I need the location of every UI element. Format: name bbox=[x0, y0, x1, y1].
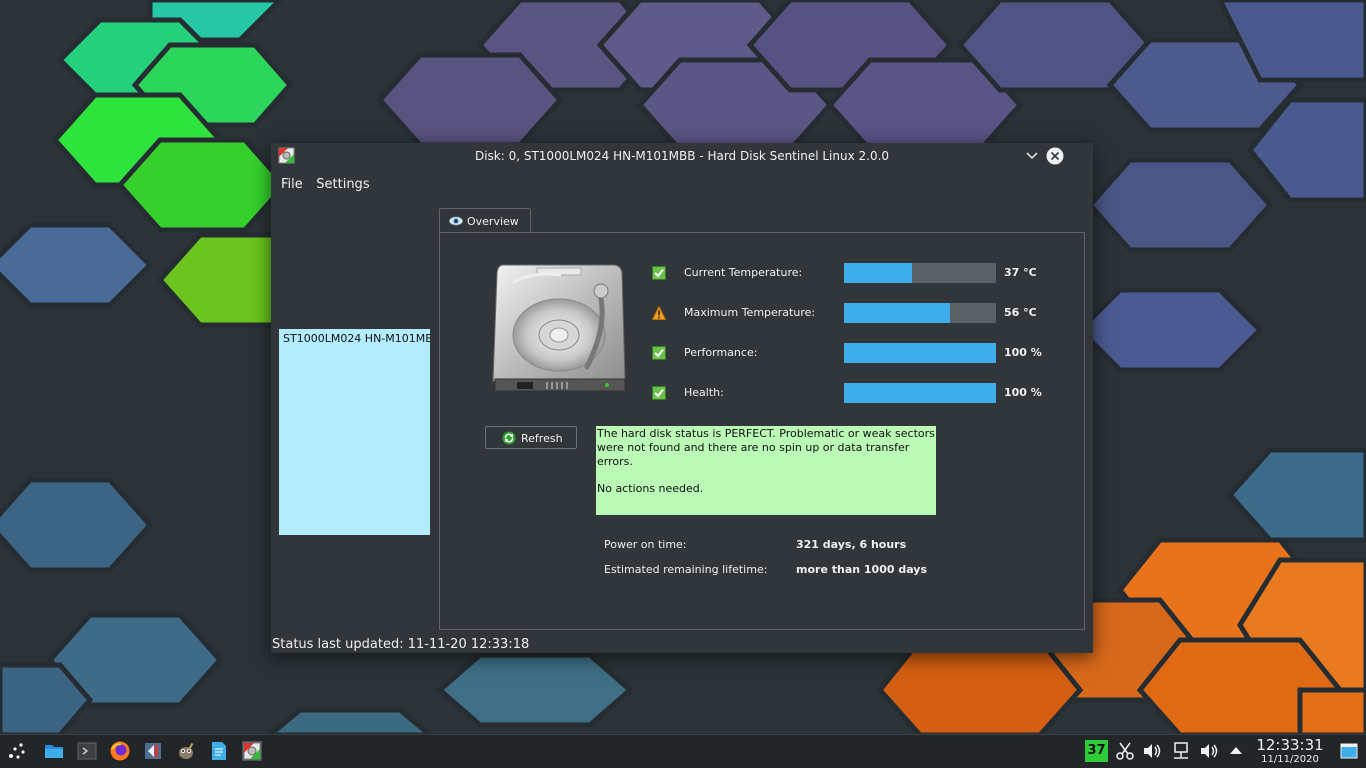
text-editor-icon[interactable] bbox=[208, 740, 230, 762]
disk-list-item[interactable]: ST1000LM024 HN-M101MBB bbox=[279, 329, 430, 348]
power-on-time-label: Power on time: bbox=[604, 538, 687, 551]
terminal-icon[interactable] bbox=[76, 740, 98, 762]
menu-settings[interactable]: Settings bbox=[316, 177, 369, 192]
audio-icon[interactable] bbox=[1198, 740, 1220, 762]
metric-value: 37 °C bbox=[1004, 266, 1037, 279]
metric-value: 56 °C bbox=[1004, 306, 1037, 319]
hdsentinel-window: Disk: 0, ST1000LM024 HN-M101MBB - Hard D… bbox=[271, 143, 1093, 653]
titlebar[interactable]: Disk: 0, ST1000LM024 HN-M101MBB - Hard D… bbox=[271, 143, 1093, 169]
check-icon bbox=[652, 266, 666, 280]
metric-label: Current Temperature: bbox=[684, 266, 803, 279]
scissors-icon[interactable] bbox=[1114, 740, 1136, 762]
metric-label: Performance: bbox=[684, 346, 758, 359]
close-icon[interactable] bbox=[1046, 147, 1064, 165]
warning-icon bbox=[652, 306, 666, 320]
taskbar: 37 12:33:31 11/11/2020 bbox=[0, 734, 1366, 768]
status-recommendation: No actions needed. bbox=[597, 482, 704, 495]
check-icon bbox=[652, 386, 666, 400]
metric-health: Health: 100 % bbox=[652, 383, 1072, 403]
remaining-lifetime-label: Estimated remaining lifetime: bbox=[604, 563, 768, 576]
tab-overview-label: Overview bbox=[467, 215, 519, 228]
tab-overview[interactable]: Overview bbox=[439, 208, 531, 233]
check-icon bbox=[652, 346, 666, 360]
menu-file[interactable]: File bbox=[281, 177, 303, 192]
refresh-button[interactable]: Refresh bbox=[485, 426, 577, 449]
health-bar bbox=[844, 383, 996, 403]
bar-fill bbox=[844, 383, 996, 403]
power-on-time-value: 321 days, 6 hours bbox=[796, 538, 907, 551]
metric-value: 100 % bbox=[1004, 386, 1042, 399]
metric-label: Health: bbox=[684, 386, 724, 399]
remaining-lifetime-value: more than 1000 days bbox=[796, 563, 928, 576]
bar-fill bbox=[844, 303, 951, 323]
temperature-bar bbox=[844, 303, 996, 323]
metric-label: Maximum Temperature: bbox=[684, 306, 816, 319]
bar-fill bbox=[844, 343, 996, 363]
volume-icon[interactable] bbox=[1141, 740, 1163, 762]
metric-performance: Performance: 100 % bbox=[652, 343, 1072, 363]
refresh-label: Refresh bbox=[521, 432, 563, 445]
expand-tray-icon[interactable] bbox=[1225, 740, 1247, 762]
status-description: The hard disk status is PERFECT. Problem… bbox=[596, 426, 936, 515]
clock-time[interactable]: 12:33:31 bbox=[1254, 736, 1326, 754]
gimp-icon[interactable] bbox=[175, 740, 197, 762]
firefox-icon[interactable] bbox=[109, 740, 131, 762]
application-launcher-icon[interactable] bbox=[6, 740, 28, 762]
refresh-icon bbox=[502, 431, 516, 445]
performance-bar bbox=[844, 343, 996, 363]
temperature-badge[interactable]: 37 bbox=[1085, 740, 1108, 762]
temperature-bar bbox=[844, 263, 996, 283]
bar-fill bbox=[844, 263, 913, 283]
hdsentinel-icon[interactable] bbox=[241, 740, 263, 762]
clock-date[interactable]: 11/11/2020 bbox=[1254, 754, 1326, 765]
metric-value: 100 % bbox=[1004, 346, 1042, 359]
status-text: The hard disk status is PERFECT. Problem… bbox=[597, 427, 935, 468]
hard-disk-icon bbox=[492, 264, 626, 392]
discover-icon[interactable] bbox=[142, 740, 164, 762]
status-bar: Status last updated: 11-11-20 12:33:18 bbox=[272, 637, 530, 652]
menubar: File Settings bbox=[271, 177, 370, 197]
disk-list[interactable]: ST1000LM024 HN-M101MBB bbox=[279, 329, 430, 535]
eye-icon bbox=[449, 216, 463, 226]
minimize-icon[interactable] bbox=[1023, 147, 1041, 165]
metric-maximum-temperature: Maximum Temperature: 56 °C bbox=[652, 303, 1072, 323]
metric-current-temperature: Current Temperature: 37 °C bbox=[652, 263, 1072, 283]
show-desktop-icon[interactable] bbox=[1338, 740, 1360, 762]
window-title: Disk: 0, ST1000LM024 HN-M101MBB - Hard D… bbox=[474, 149, 890, 163]
network-icon[interactable] bbox=[1170, 740, 1192, 762]
file-manager-icon[interactable] bbox=[43, 740, 65, 762]
